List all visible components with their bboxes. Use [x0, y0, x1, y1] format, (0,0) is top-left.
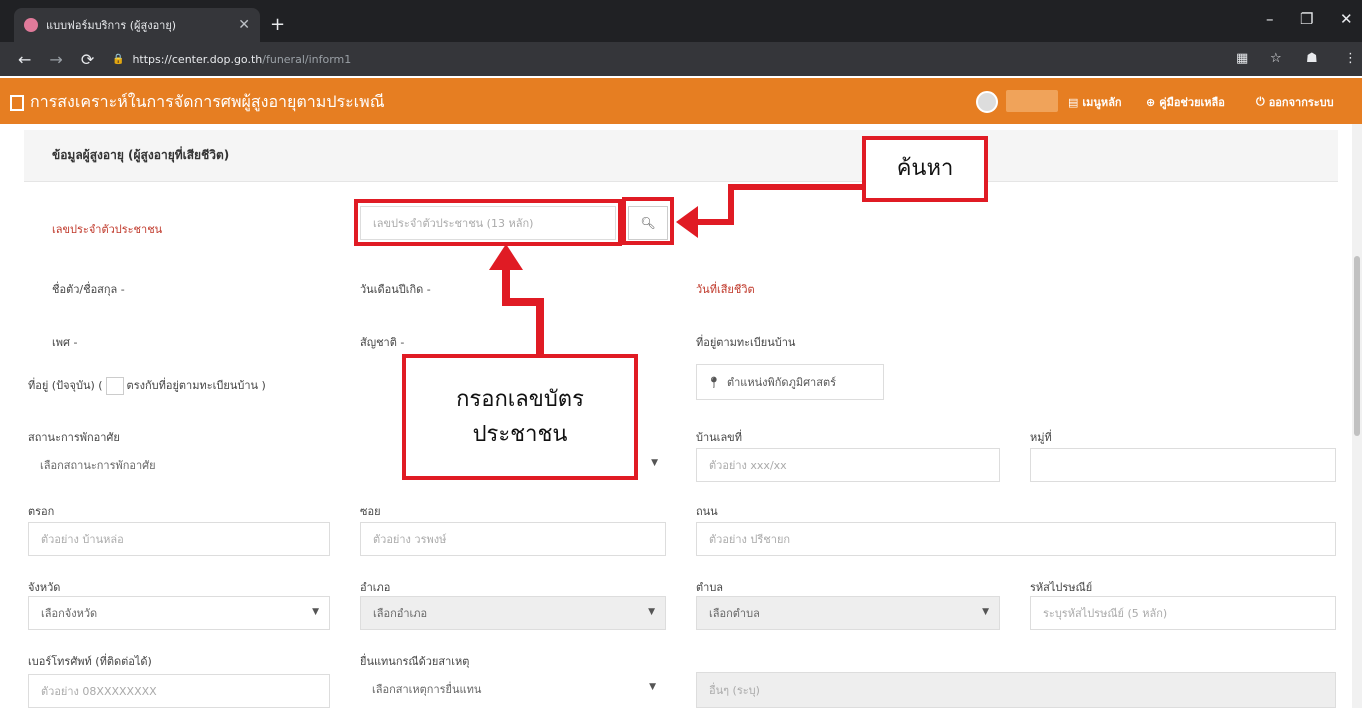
subdistrict-value: เลือกตำบล [709, 607, 760, 620]
translate-icon[interactable]: ▦ [1236, 51, 1248, 66]
name-label: ชื่อตัว/ชื่อสกุล - [52, 283, 125, 296]
annotation-highlight-search-button [622, 197, 674, 245]
reason-label: ยื่นแทนกรณีด้วยสาเหตุ [360, 655, 470, 668]
dropdown-caret-icon: ▼ [651, 458, 658, 468]
death-date-label: วันที่เสียชีวิต [696, 283, 755, 296]
reason-select[interactable]: เลือกสาเหตุการยื่นแทน ▼ [360, 672, 666, 706]
back-icon[interactable]: ← [18, 50, 31, 69]
annotation-arrow-line [536, 298, 544, 358]
current-address-label: ที่อยู่ (ปัจจุบัน) ( ตรงกับที่อยู่ตามทะเบ… [28, 376, 266, 395]
dob-label: วันเดือนปีเกิด - [360, 283, 431, 296]
menu-icon: ▤ [1068, 95, 1079, 109]
annotation-highlight-id-input [354, 199, 622, 246]
profile-icon[interactable]: ☗ [1306, 51, 1318, 66]
subdistrict-label: ตำบล [696, 581, 724, 594]
dropdown-caret-icon: ▼ [982, 607, 989, 617]
url-path: /funeral/inform1 [262, 52, 352, 66]
house-number-label: บ้านเลขที่ [696, 431, 742, 444]
dropdown-caret-icon: ▼ [649, 682, 656, 692]
document-icon [10, 94, 24, 111]
manual-label: คู่มือช่วยเหลือ [1159, 96, 1225, 109]
district-select[interactable]: เลือกอำเภอ ▼ [360, 596, 666, 630]
tab-title: แบบฟอร์มบริการ (ผู้สูงอายุ) [46, 19, 177, 32]
same-address-label: ตรงกับที่อยู่ตามทะเบียนบ้าน ) [126, 379, 266, 392]
annotation-search-callout: ค้นหา [862, 136, 988, 202]
home-menu-link[interactable]: ▤ เมนูหลัก [1068, 93, 1122, 111]
close-window-icon[interactable]: ✕ [1340, 10, 1353, 28]
scrollbar-thumb[interactable] [1354, 256, 1360, 436]
user-name-box[interactable] [1006, 90, 1058, 112]
postcode-input[interactable] [1030, 596, 1336, 630]
annotation-arrow-line [694, 219, 734, 225]
browser-tab-bar: แบบฟอร์มบริการ (ผู้สูงอายุ) ✕ + – ❐ ✕ [0, 0, 1362, 42]
subdistrict-select[interactable]: เลือกตำบล ▼ [696, 596, 1000, 630]
other-reason-input[interactable] [696, 672, 1336, 708]
sex-label: เพศ - [52, 336, 78, 349]
maximize-icon[interactable]: ❐ [1300, 10, 1313, 28]
phone-label: เบอร์โทรศัพท์ (ที่ติดต่อได้) [28, 655, 152, 668]
section-header: ข้อมูลผู้สูงอายุ (ผู้สูงอายุที่เสียชีวิต… [24, 130, 1338, 182]
moo-label: หมู่ที่ [1030, 431, 1052, 444]
close-tab-icon[interactable]: ✕ [238, 17, 250, 33]
map-location-button[interactable]: 📍︎ ตำแหน่งพิกัดภูมิศาสตร์ [696, 364, 884, 400]
same-address-checkbox[interactable] [105, 377, 124, 395]
home-menu-label: เมนูหลัก [1082, 96, 1122, 109]
logout-label: ออกจากระบบ [1268, 96, 1334, 109]
road-label: ถนน [696, 505, 718, 518]
lock-icon: 🔒 [112, 53, 125, 65]
reason-value: เลือกสาเหตุการยื่นแทน [372, 683, 482, 696]
annotation-fill-id-line2: ประชาชน [472, 422, 568, 447]
province-select[interactable]: เลือกจังหวัด ▼ [28, 596, 330, 630]
annotation-fill-id-line1: กรอกเลขบัตร [456, 386, 584, 412]
map-location-label: ตำแหน่งพิกัดภูมิศาสตร์ [726, 376, 837, 389]
manual-link[interactable]: ⊕ คู่มือช่วยเหลือ [1146, 93, 1225, 111]
forward-icon[interactable]: → [49, 50, 62, 69]
province-label: จังหวัด [28, 581, 61, 594]
residence-label: สถานะการพักอาศัย [28, 431, 120, 444]
annotation-arrowhead-up-icon [489, 244, 523, 270]
url-host: https://center.dop.go.th [132, 52, 263, 66]
address-bar: ← → ⟳ 🔒 https://center.dop.go.th/funeral… [0, 42, 1362, 76]
map-pin-icon: 📍︎ [707, 375, 721, 389]
logout-link[interactable]: ⏻ ออกจากระบบ [1256, 93, 1334, 111]
app-header: การสงเคราะห์ในการจัดการศพผู้สูงอายุตามปร… [0, 78, 1362, 124]
trok-input[interactable] [28, 522, 330, 556]
annotation-fill-id-callout: กรอกเลขบัตร ประชาชน [402, 354, 638, 480]
residence-value: เลือกสถานะการพักอาศัย [40, 459, 156, 472]
new-tab-icon[interactable]: + [270, 14, 285, 35]
postcode-label: รหัสไปรษณีย์ [1030, 581, 1093, 594]
house-number-input[interactable] [696, 448, 1000, 482]
province-value: เลือกจังหวัด [41, 607, 98, 620]
bookmark-star-icon[interactable]: ☆ [1270, 51, 1282, 66]
dropdown-caret-icon: ▼ [648, 607, 655, 617]
road-input[interactable] [696, 522, 1336, 556]
site-favicon-icon [24, 18, 38, 32]
nationality-label: สัญชาติ - [360, 336, 405, 349]
dropdown-caret-icon: ▼ [312, 607, 319, 617]
browser-tab[interactable]: แบบฟอร์มบริการ (ผู้สูงอายุ) ✕ [14, 8, 260, 42]
app-title: การสงเคราะห์ในการจัดการศพผู้สูงอายุตามปร… [10, 90, 385, 115]
url-field[interactable]: 🔒 https://center.dop.go.th/funeral/infor… [112, 48, 1212, 70]
annotation-arrow-line [728, 184, 868, 190]
reload-icon[interactable]: ⟳ [81, 50, 94, 69]
avatar[interactable] [976, 91, 998, 113]
app-title-text: การสงเคราะห์ในการจัดการศพผู้สูงอายุตามปร… [30, 92, 385, 111]
phone-input[interactable] [28, 674, 330, 708]
trok-label: ตรอก [28, 505, 55, 518]
section-title: ข้อมูลผู้สูงอายุ (ผู้สูงอายุที่เสียชีวิต… [52, 148, 230, 162]
soi-label: ซอย [360, 505, 381, 518]
moo-input[interactable] [1030, 448, 1336, 482]
soi-input[interactable] [360, 522, 666, 556]
id-number-label: เลขประจำตัวประชาชน [52, 223, 163, 236]
annotation-arrowhead-left-icon [676, 206, 698, 238]
district-label: อำเภอ [360, 581, 391, 594]
district-value: เลือกอำเภอ [373, 607, 428, 620]
power-icon: ⏻ [1256, 95, 1265, 108]
minimize-icon[interactable]: – [1266, 10, 1274, 28]
plus-circle-icon: ⊕ [1146, 95, 1156, 109]
current-address-prefix: ที่อยู่ (ปัจจุบัน) ( [28, 379, 103, 392]
menu-kebab-icon[interactable]: ⋮ [1344, 51, 1357, 66]
registered-address-label: ที่อยู่ตามทะเบียนบ้าน [696, 336, 796, 349]
